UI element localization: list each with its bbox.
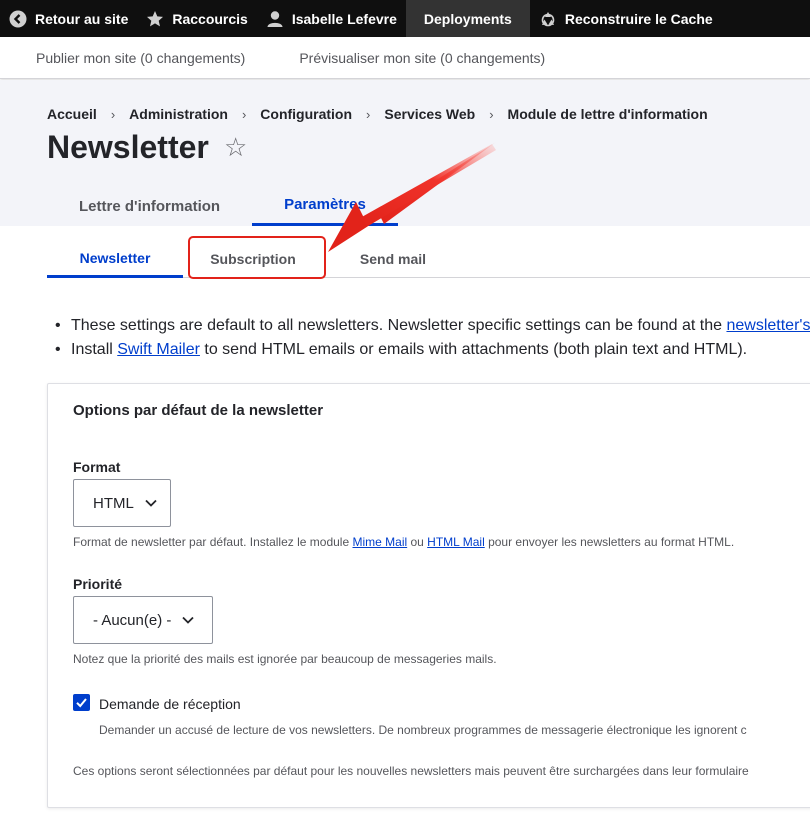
info-line-2-prefix: Install <box>71 341 118 358</box>
priority-select[interactable]: - Aucun(e) - <box>73 596 213 644</box>
format-label: Format <box>73 459 121 475</box>
deployments-link[interactable]: Deployments <box>405 0 530 37</box>
receipt-checkbox[interactable] <box>73 694 90 711</box>
breadcrumb-separator-icon: › <box>489 106 494 122</box>
format-description: Format de newsletter par défaut. Install… <box>73 535 734 549</box>
info-list: These settings are default to all newsle… <box>55 314 810 362</box>
page-title: Newsletter <box>47 129 209 165</box>
swift-mailer-link[interactable]: Swift Mailer <box>117 341 200 358</box>
breadcrumb-separator-icon: › <box>110 106 116 122</box>
html-mail-link[interactable]: HTML Mail <box>427 535 485 549</box>
subtab-newsletter[interactable]: Newsletter <box>47 240 183 278</box>
breadcrumb-item-newsletter-module[interactable]: Module de lettre d'information <box>508 106 708 122</box>
deployment-tray: Publier mon site (0 changements) Prévisu… <box>0 37 810 79</box>
priority-label: Priorité <box>73 576 123 592</box>
list-item: Install Swift Mailer to send HTML emails… <box>55 338 810 362</box>
chevron-down-icon <box>181 613 195 627</box>
rebuild-cache-label: Reconstruire le Cache <box>564 10 713 27</box>
info-line-1-text: These settings are default to all newsle… <box>71 317 727 334</box>
format-desc-mid: ou <box>407 535 428 549</box>
receipt-label[interactable]: Demande de réception <box>99 696 241 712</box>
favorite-star-icon[interactable]: ☆ <box>224 134 247 160</box>
user-icon <box>266 10 284 28</box>
tab-newsletter-info[interactable]: Lettre d'information <box>47 186 252 226</box>
checkmark-icon <box>76 698 87 708</box>
info-line-2-suffix: to send HTML emails or emails with attac… <box>199 341 748 358</box>
breadcrumb-item-administration[interactable]: Administration <box>129 106 228 122</box>
priority-description: Notez que la priorité des mails est igno… <box>73 652 497 666</box>
list-item: These settings are default to all newsle… <box>55 314 810 338</box>
newsletters-settings-link[interactable]: newsletter's <box>726 317 810 334</box>
breadcrumb: Accueil › Administration › Configuration… <box>47 106 708 122</box>
deployments-label: Deployments <box>423 10 512 27</box>
mime-mail-link[interactable]: Mime Mail <box>352 535 407 549</box>
receipt-description: Demander un accusé de lecture de vos new… <box>99 723 747 737</box>
back-to-site-link[interactable]: Retour au site <box>0 0 137 37</box>
shortcuts-label: Raccourcis <box>172 10 248 27</box>
back-to-site-label: Retour au site <box>35 10 129 27</box>
admin-toolbar: Retour au site Raccourcis Isabelle Lefev… <box>0 0 810 37</box>
rebuild-cache-link[interactable]: Reconstruire le Cache <box>530 0 722 37</box>
shortcuts-link[interactable]: Raccourcis <box>137 0 256 37</box>
priority-select-value: - Aucun(e) - <box>93 611 172 629</box>
breadcrumb-item-configuration[interactable]: Configuration <box>260 106 352 122</box>
breadcrumb-item-web-services[interactable]: Services Web <box>384 106 475 122</box>
star-icon <box>146 10 164 28</box>
format-desc-suffix: pour envoyer les newsletters au format H… <box>484 535 735 549</box>
publish-site-link[interactable]: Publier mon site (0 changements) <box>36 50 245 66</box>
preview-site-link[interactable]: Prévisualiser mon site (0 changements) <box>299 50 545 66</box>
fieldset-footer-note: Ces options seront sélectionnées par déf… <box>73 764 749 778</box>
recycle-icon <box>539 10 557 28</box>
breadcrumb-separator-icon: › <box>366 106 371 122</box>
chevron-down-icon <box>144 496 158 510</box>
back-arrow-icon <box>9 10 27 28</box>
user-label: Isabelle Lefevre <box>291 10 397 27</box>
fieldset-title: Options par défaut de la newsletter <box>73 402 324 419</box>
breadcrumb-item-home[interactable]: Accueil <box>47 106 97 122</box>
subscription-highlight-box <box>188 236 326 279</box>
red-arrow-icon <box>328 142 496 252</box>
breadcrumb-separator-icon: › <box>241 106 247 122</box>
default-options-fieldset: Options par défaut de la newsletter Form… <box>47 383 810 808</box>
format-desc-prefix: Format de newsletter par défaut. Install… <box>73 535 353 549</box>
format-select[interactable]: HTML <box>73 479 171 527</box>
user-menu-link[interactable]: Isabelle Lefevre <box>257 0 406 37</box>
format-select-value: HTML <box>93 494 134 512</box>
